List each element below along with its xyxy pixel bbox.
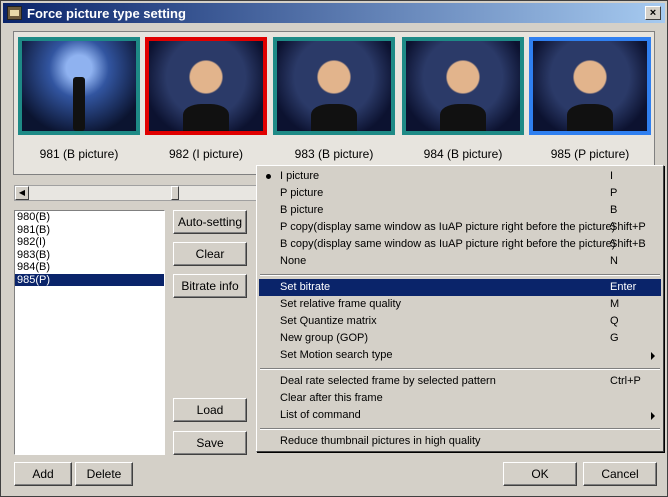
menu-item-i-picture[interactable]: I picture I (259, 168, 661, 185)
thumbnail-caption: 983 (B picture) (294, 147, 374, 161)
menu-item-shortcut: G (610, 332, 619, 344)
menu-item-shortcut: Shift+B (610, 238, 646, 250)
menu-item-b-picture[interactable]: B picture B (259, 202, 661, 219)
thumbnail-982[interactable] (145, 37, 267, 135)
menu-item-reduce-thumbnail[interactable]: Reduce thumbnail pictures in high qualit… (259, 433, 661, 450)
menu-item-set-bitrate[interactable]: Set bitrate Enter (259, 279, 661, 296)
bitrate-info-button[interactable]: Bitrate info (173, 274, 247, 298)
menu-item-set-relative-frame-quality[interactable]: Set relative frame quality M (259, 296, 661, 313)
menu-item-new-group[interactable]: New group (GOP) G (259, 330, 661, 347)
menu-item-shortcut: P (610, 187, 618, 199)
load-button[interactable]: Load (173, 398, 247, 422)
thumbnail-caption: 982 (I picture) (168, 147, 244, 161)
menu-item-label: Set bitrate (280, 281, 331, 293)
menu-item-shortcut: Shift+P (610, 221, 646, 233)
menu-item-label: Set Motion search type (280, 349, 393, 361)
menu-item-label: None (280, 255, 307, 267)
menu-item-label: Clear after this frame (280, 392, 383, 404)
thumbnail-caption: 984 (B picture) (423, 147, 503, 161)
thumbnail-caption: 985 (P picture) (550, 147, 630, 161)
menu-item-none[interactable]: None N (259, 253, 661, 270)
list-item[interactable]: 981(B) (15, 224, 164, 237)
menu-item-shortcut: Enter (610, 281, 637, 293)
menu-item-label: Set Quantize matrix (280, 315, 377, 327)
thumbnail-984[interactable] (402, 37, 524, 135)
menu-item-label: Deal rate selected frame by selected pat… (280, 375, 496, 387)
thumbnail-983[interactable] (273, 37, 395, 135)
app-film-icon (7, 6, 22, 20)
window-title: Force picture type setting (27, 6, 186, 21)
selected-bullet-icon (266, 174, 271, 179)
menu-item-label: Reduce thumbnail pictures in high qualit… (280, 435, 481, 447)
thumbnail-strip: 981 (B picture) 982 (I picture) 983 (B p… (13, 31, 655, 175)
save-button[interactable]: Save (173, 431, 247, 455)
submenu-arrow-icon (651, 352, 655, 360)
delete-button[interactable]: Delete (75, 462, 133, 486)
picture-type-context-menu: I picture I P picture P B picture B P co… (256, 165, 664, 452)
menu-item-shortcut: Ctrl+P (610, 375, 641, 387)
thumbnail-image (406, 41, 520, 131)
title-bar: Force picture type setting × (3, 3, 665, 23)
menu-item-label: Set relative frame quality (280, 298, 402, 310)
submenu-arrow-icon (651, 412, 655, 420)
menu-item-label: P copy(display same window as IuAP pictu… (280, 221, 616, 233)
ok-button[interactable]: OK (503, 462, 577, 486)
menu-item-shortcut: Q (610, 315, 619, 327)
thumbnail-image (533, 41, 647, 131)
menu-item-clear-after-frame[interactable]: Clear after this frame (259, 390, 661, 407)
menu-item-set-motion-search-type[interactable]: Set Motion search type (259, 347, 661, 364)
auto-setting-button[interactable]: Auto-setting (173, 210, 247, 234)
list-item[interactable]: 983(B) (15, 249, 164, 262)
menu-item-label: B picture (280, 204, 324, 216)
thumbnail-caption: 981 (B picture) (39, 147, 119, 161)
menu-separator (260, 274, 660, 276)
frame-list[interactable]: 980(B) 981(B) 982(I) 983(B) 984(B) 985(P… (14, 210, 165, 455)
menu-item-deal-rate[interactable]: Deal rate selected frame by selected pat… (259, 373, 661, 390)
menu-item-b-copy[interactable]: B copy(display same window as IuAP pictu… (259, 236, 661, 253)
list-item-selected[interactable]: 985(P) (15, 273, 164, 286)
clear-button[interactable]: Clear (173, 242, 247, 266)
scrollbar-thumb[interactable] (171, 186, 179, 200)
thumbnail-981[interactable] (18, 37, 140, 135)
menu-item-shortcut: M (610, 298, 620, 310)
list-item[interactable]: 984(B) (15, 261, 164, 274)
add-button[interactable]: Add (14, 462, 72, 486)
menu-item-p-copy[interactable]: P copy(display same window as IuAP pictu… (259, 219, 661, 236)
thumbnail-image (277, 41, 391, 131)
list-item[interactable]: 982(I) (15, 236, 164, 249)
close-button[interactable]: × (645, 6, 661, 20)
thumbnail-image (22, 41, 136, 131)
scroll-left-arrow-icon[interactable]: ◀ (15, 186, 29, 200)
force-picture-type-dialog: Force picture type setting × 981 (B pict… (0, 0, 668, 497)
menu-item-shortcut: I (610, 170, 614, 182)
menu-item-shortcut: B (610, 204, 618, 216)
menu-item-label: New group (GOP) (280, 332, 369, 344)
menu-item-set-quantize-matrix[interactable]: Set Quantize matrix Q (259, 313, 661, 330)
menu-item-list-of-command[interactable]: List of command (259, 407, 661, 424)
menu-item-label: List of command (280, 409, 361, 421)
menu-item-label: B copy(display same window as IuAP pictu… (280, 238, 616, 250)
list-item[interactable]: 980(B) (15, 211, 164, 224)
menu-separator (260, 368, 660, 370)
menu-separator (260, 428, 660, 430)
thumbnail-image (149, 41, 263, 131)
menu-item-label: I picture (280, 170, 320, 182)
menu-item-p-picture[interactable]: P picture P (259, 185, 661, 202)
menu-item-shortcut: N (610, 255, 618, 267)
menu-item-label: P picture (280, 187, 324, 199)
cancel-button[interactable]: Cancel (583, 462, 657, 486)
thumbnail-985[interactable] (529, 37, 651, 135)
